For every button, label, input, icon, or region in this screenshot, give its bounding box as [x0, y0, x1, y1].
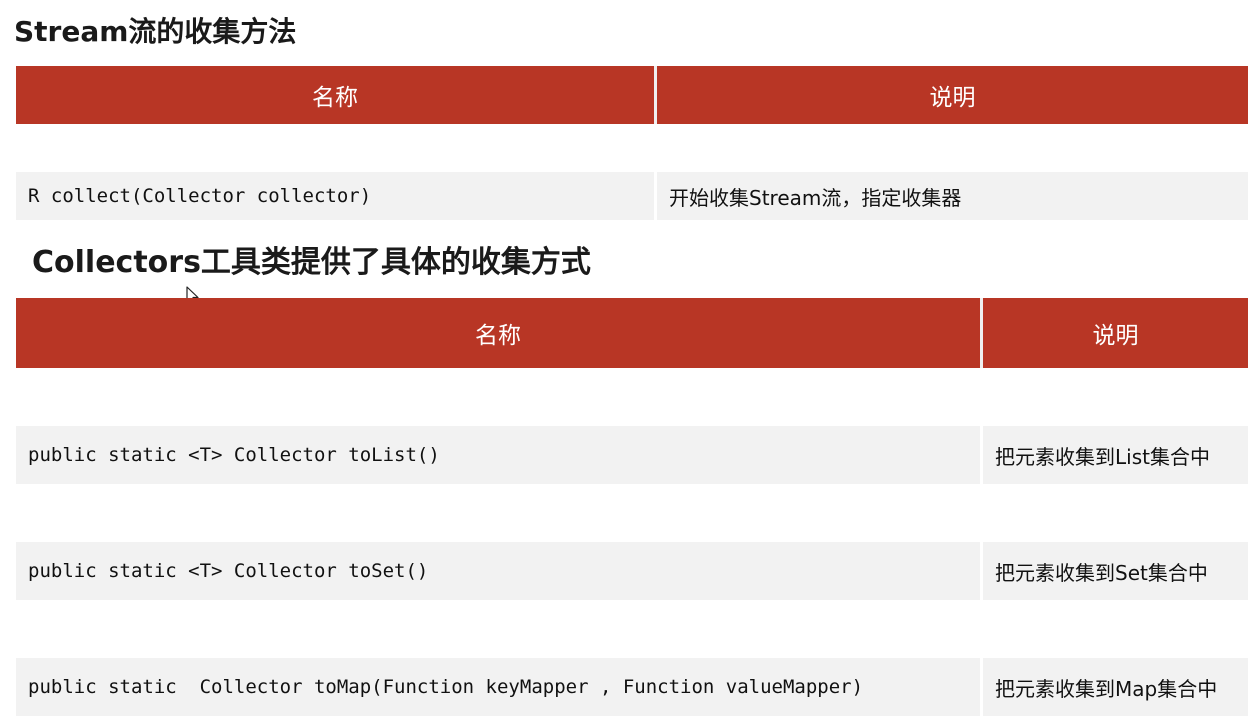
- table-row: public static <T> Collector toList() 把元素…: [16, 426, 1248, 484]
- row-spacer: [16, 124, 1248, 172]
- collectors-utility-title: Collectors工具类提供了具体的收集方式: [32, 245, 591, 280]
- table-header-row: 名称 说明: [16, 66, 1248, 124]
- column-header-name: 名称: [16, 298, 980, 368]
- row-spacer: [16, 368, 1248, 426]
- stream-collect-table: 名称 说明 R collect(Collector collector) 开始收…: [16, 66, 1248, 220]
- row-spacer: [16, 600, 1248, 658]
- table-row: public static <T> Collector toSet() 把元素收…: [16, 542, 1248, 600]
- stream-collect-methods-title: Stream流的收集方法: [14, 15, 297, 48]
- table-row: R collect(Collector collector) 开始收集Strea…: [16, 172, 1248, 220]
- table-header-row: 名称 说明: [16, 298, 1248, 368]
- column-header-description: 说明: [980, 298, 1248, 368]
- column-header-name: 名称: [16, 66, 654, 124]
- method-signature: R collect(Collector collector): [16, 172, 654, 220]
- column-header-description: 说明: [654, 66, 1248, 124]
- method-description: 把元素收集到Set集合中: [980, 542, 1248, 600]
- method-description: 开始收集Stream流，指定收集器: [654, 172, 1248, 220]
- method-signature: public static <T> Collector toSet(): [16, 542, 980, 600]
- row-spacer: [16, 484, 1248, 542]
- method-signature: public static <T> Collector toList(): [16, 426, 980, 484]
- table-row: public static Collector toMap(Function k…: [16, 658, 1248, 716]
- collectors-methods-table: 名称 说明 public static <T> Collector toList…: [16, 298, 1248, 716]
- method-description: 把元素收集到Map集合中: [980, 658, 1248, 716]
- method-signature: public static Collector toMap(Function k…: [16, 658, 980, 716]
- method-description: 把元素收集到List集合中: [980, 426, 1248, 484]
